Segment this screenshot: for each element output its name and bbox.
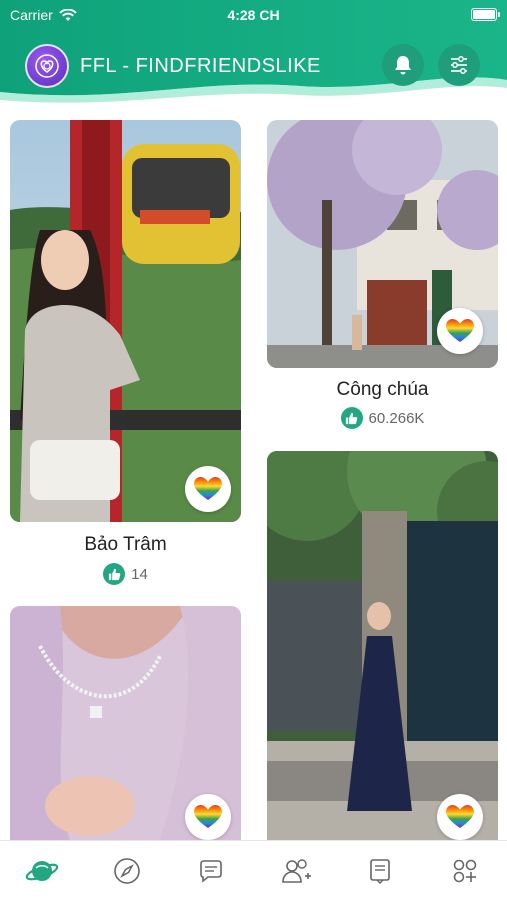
tab-discover[interactable] [0,841,85,900]
profile-photo[interactable] [267,451,498,840]
rainbow-heart-icon [194,477,222,500]
tab-messages[interactable] [169,841,254,900]
profile-likes: 60.266K [267,407,498,429]
status-time: 4:28 CH [227,7,280,23]
rainbow-heart-icon [446,805,474,828]
rainbow-heart-icon [194,805,222,828]
rainbow-heart-button[interactable] [185,794,231,840]
app-title: FFL - FINDFRIENDSLIKE [80,55,321,77]
thumbs-up-icon [103,563,126,585]
compass-icon [113,857,140,884]
more-apps-icon [453,859,477,882]
likes-count: 14 [131,565,148,583]
rainbow-heart-button[interactable] [437,308,483,354]
status-bar: Carrier 4:28 CH [0,4,507,26]
heart-logo-icon [35,54,59,78]
profile-name: Công chúa [336,379,429,400]
tab-explore[interactable] [85,841,170,900]
bottom-tab-bar [0,840,507,900]
thumbs-up-icon [340,407,363,429]
profile-photo[interactable] [10,120,241,522]
tab-friends[interactable] [254,841,339,900]
profile-photo-image [267,451,498,840]
app-header: Carrier 4:28 CH FFL - FINDFRIENDSLIKE [0,0,507,108]
notification-button[interactable] [382,44,424,86]
notes-icon [370,858,391,884]
filter-button[interactable] [438,44,480,86]
app-logo[interactable] [25,44,69,88]
rainbow-heart-icon [446,319,474,342]
add-friend-icon [281,858,311,883]
rainbow-heart-button[interactable] [185,466,231,512]
planet-icon [26,860,59,881]
battery-icon [471,8,500,21]
profile-likes: 14 [10,563,241,585]
likes-count: 60.266K [368,409,425,427]
chat-icon [200,859,223,883]
sliders-icon [451,56,467,74]
bell-icon [395,56,411,75]
tab-more[interactable] [423,841,507,900]
profile-photo-image [10,120,241,522]
rainbow-heart-button[interactable] [437,794,483,840]
profile-name: Bảo Trâm [84,534,167,555]
tab-notes[interactable] [338,841,423,900]
